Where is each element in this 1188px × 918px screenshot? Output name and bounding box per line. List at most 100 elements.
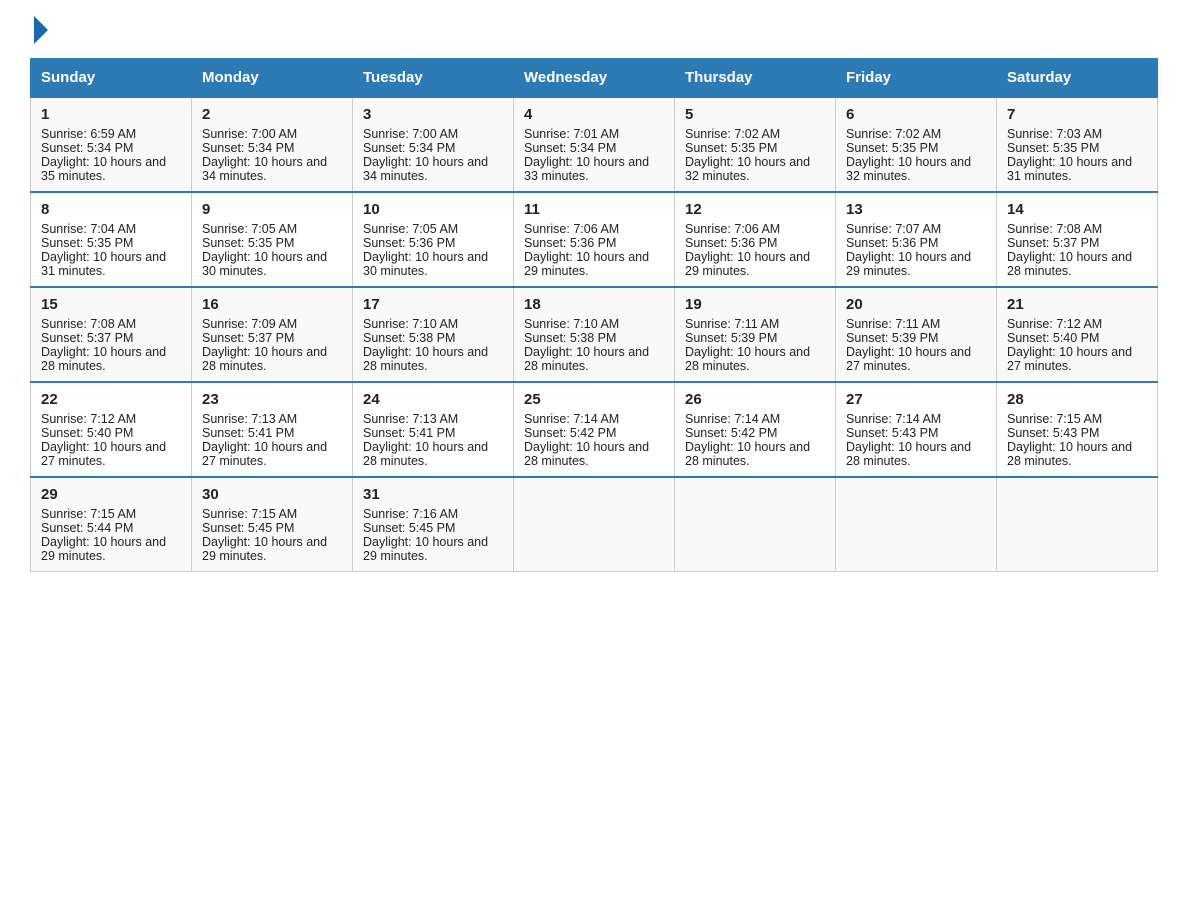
day-number: 30 [202, 486, 342, 503]
day-number: 20 [846, 296, 986, 313]
calendar-cell: 28Sunrise: 7:15 AMSunset: 5:43 PMDayligh… [997, 382, 1158, 477]
week-row-2: 8Sunrise: 7:04 AMSunset: 5:35 PMDaylight… [31, 192, 1158, 287]
calendar-cell [836, 477, 997, 572]
sunrise-text: Sunrise: 7:06 AM [524, 222, 619, 236]
calendar-cell: 18 Sunrise: 7:10 AMSunset: 5:38 PMDayligh… [514, 287, 675, 382]
sunset-text: Sunset: 5:39 PM [685, 331, 777, 345]
sunset-text: Sunset: 5:38 PM [524, 331, 616, 345]
sunrise-text: Sunrise: 7:05 AM [363, 222, 458, 236]
sunset-text: Sunset: 5:37 PM [41, 331, 133, 345]
col-header-monday: Monday [192, 59, 353, 98]
sunset-text: Sunset: 5:34 PM [363, 141, 455, 155]
day-number: 13 [846, 201, 986, 218]
sunrise-text: Sunrise: 7:05 AM [202, 222, 297, 236]
sunset-text: Sunset: 5:35 PM [685, 141, 777, 155]
sunrise-text: Sunrise: 7:10 AM [524, 317, 619, 331]
sunrise-text: Sunrise: 7:02 AM [685, 127, 780, 141]
daylight-text: Daylight: 10 hours and 27 minutes. [41, 440, 166, 468]
calendar-cell: 2Sunrise: 7:00 AMSunset: 5:34 PMDaylight… [192, 97, 353, 192]
sunset-text: Sunset: 5:36 PM [363, 236, 455, 250]
page-header [30, 20, 1158, 38]
daylight-text: Daylight: 10 hours and 30 minutes. [363, 250, 488, 278]
calendar-cell: 9Sunrise: 7:05 AMSunset: 5:35 PMDaylight… [192, 192, 353, 287]
calendar-cell: 22 Sunrise: 7:12 AMSunset: 5:40 PMDayligh… [31, 382, 192, 477]
daylight-text: Daylight: 10 hours and 32 minutes. [685, 155, 810, 183]
day-number: 18 [524, 296, 664, 313]
day-number: 4 [524, 106, 664, 123]
sunset-text: Sunset: 5:40 PM [1007, 331, 1099, 345]
sunrise-text: Sunrise: 7:13 AM [202, 412, 297, 426]
sunset-text: Sunset: 5:44 PM [41, 521, 133, 535]
daylight-text: Daylight: 10 hours and 28 minutes. [1007, 440, 1132, 468]
sunrise-text: Sunrise: 7:02 AM [846, 127, 941, 141]
daylight-text: Daylight: 10 hours and 30 minutes. [202, 250, 327, 278]
sunrise-text: Sunrise: 7:15 AM [202, 507, 297, 521]
daylight-text: Daylight: 10 hours and 28 minutes. [363, 345, 488, 373]
week-row-5: 29Sunrise: 7:15 AMSunset: 5:44 PMDayligh… [31, 477, 1158, 572]
calendar-cell: 6Sunrise: 7:02 AMSunset: 5:35 PMDaylight… [836, 97, 997, 192]
sunset-text: Sunset: 5:42 PM [685, 426, 777, 440]
day-number: 11 [524, 201, 664, 218]
calendar-cell: 25Sunrise: 7:14 AMSunset: 5:42 PMDayligh… [514, 382, 675, 477]
sunset-text: Sunset: 5:40 PM [41, 426, 133, 440]
daylight-text: Daylight: 10 hours and 32 minutes. [846, 155, 971, 183]
daylight-text: Daylight: 10 hours and 33 minutes. [524, 155, 649, 183]
sunset-text: Sunset: 5:39 PM [846, 331, 938, 345]
calendar-cell: 17Sunrise: 7:10 AMSunset: 5:38 PMDayligh… [353, 287, 514, 382]
day-number: 22 [41, 391, 181, 408]
day-number: 6 [846, 106, 986, 123]
logo [30, 20, 48, 38]
day-number: 5 [685, 106, 825, 123]
col-header-saturday: Saturday [997, 59, 1158, 98]
calendar-cell: 19Sunrise: 7:11 AMSunset: 5:39 PMDayligh… [675, 287, 836, 382]
day-number: 28 [1007, 391, 1147, 408]
col-header-sunday: Sunday [31, 59, 192, 98]
sunrise-text: Sunrise: 7:15 AM [41, 507, 136, 521]
daylight-text: Daylight: 10 hours and 28 minutes. [846, 440, 971, 468]
sunrise-text: Sunrise: 7:12 AM [41, 412, 136, 426]
day-number: 8 [41, 201, 181, 218]
calendar-cell: 15Sunrise: 7:08 AMSunset: 5:37 PMDayligh… [31, 287, 192, 382]
daylight-text: Daylight: 10 hours and 28 minutes. [524, 440, 649, 468]
day-number: 3 [363, 106, 503, 123]
sunrise-text: Sunrise: 7:00 AM [363, 127, 458, 141]
daylight-text: Daylight: 10 hours and 27 minutes. [202, 440, 327, 468]
calendar-cell: 11Sunrise: 7:06 AMSunset: 5:36 PMDayligh… [514, 192, 675, 287]
day-number: 19 [685, 296, 825, 313]
day-number: 2 [202, 106, 342, 123]
day-number: 25 [524, 391, 664, 408]
week-row-4: 22Sunrise: 7:12 AMSunset: 5:40 PMDayligh… [31, 382, 1158, 477]
sunrise-text: Sunrise: 6:59 AM [41, 127, 136, 141]
sunrise-text: Sunrise: 7:08 AM [41, 317, 136, 331]
daylight-text: Daylight: 10 hours and 28 minutes. [524, 345, 649, 373]
sunset-text: Sunset: 5:41 PM [202, 426, 294, 440]
daylight-text: Daylight: 10 hours and 29 minutes. [685, 250, 810, 278]
sunset-text: Sunset: 5:34 PM [524, 141, 616, 155]
sunset-text: Sunset: 5:34 PM [41, 141, 133, 155]
day-number: 27 [846, 391, 986, 408]
day-number: 26 [685, 391, 825, 408]
sunset-text: Sunset: 5:35 PM [202, 236, 294, 250]
col-header-tuesday: Tuesday [353, 59, 514, 98]
sunset-text: Sunset: 5:34 PM [202, 141, 294, 155]
sunrise-text: Sunrise: 7:03 AM [1007, 127, 1102, 141]
daylight-text: Daylight: 10 hours and 28 minutes. [1007, 250, 1132, 278]
day-number: 24 [363, 391, 503, 408]
day-number: 17 [363, 296, 503, 313]
calendar-cell: 8Sunrise: 7:04 AMSunset: 5:35 PMDaylight… [31, 192, 192, 287]
calendar-cell: 12Sunrise: 7:06 AMSunset: 5:36 PMDayligh… [675, 192, 836, 287]
calendar-cell: 27Sunrise: 7:14 AMSunset: 5:43 PMDayligh… [836, 382, 997, 477]
daylight-text: Daylight: 10 hours and 28 minutes. [202, 345, 327, 373]
calendar-cell: 7Sunrise: 7:03 AMSunset: 5:35 PMDaylight… [997, 97, 1158, 192]
logo-triangle-icon [34, 16, 48, 44]
calendar-cell: 29Sunrise: 7:15 AMSunset: 5:44 PMDayligh… [31, 477, 192, 572]
week-row-3: 15Sunrise: 7:08 AMSunset: 5:37 PMDayligh… [31, 287, 1158, 382]
sunrise-text: Sunrise: 7:14 AM [524, 412, 619, 426]
calendar-table: SundayMondayTuesdayWednesdayThursdayFrid… [30, 58, 1158, 572]
day-number: 14 [1007, 201, 1147, 218]
daylight-text: Daylight: 10 hours and 34 minutes. [363, 155, 488, 183]
sunrise-text: Sunrise: 7:06 AM [685, 222, 780, 236]
col-header-friday: Friday [836, 59, 997, 98]
daylight-text: Daylight: 10 hours and 28 minutes. [363, 440, 488, 468]
sunset-text: Sunset: 5:36 PM [524, 236, 616, 250]
